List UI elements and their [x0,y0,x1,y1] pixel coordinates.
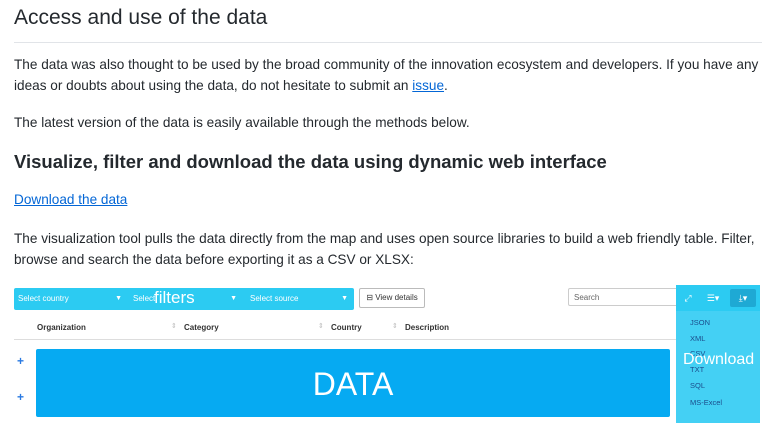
table-preview: Select country ▼ Select ▼ Select source … [14,283,764,433]
source-select-placeholder: Select source [250,294,299,303]
header-divider [14,339,676,340]
intro-end: . [444,78,448,93]
download-label: Download [683,351,755,368]
search-input[interactable]: Search [568,288,678,306]
sort-icon[interactable]: ⇕ [392,322,398,330]
details-icon: ⊟ [366,293,373,302]
filters-bar: Select country ▼ Select ▼ Select source … [14,288,354,310]
expand-row-icon[interactable]: + [17,354,24,368]
column-description[interactable]: Description [405,323,449,332]
subsection-title: Visualize, filter and download the data … [14,151,607,172]
sort-icon[interactable]: ⇕ [171,322,177,330]
view-details-label: View details [375,293,418,302]
country-select-placeholder: Select country [18,294,69,303]
category-select-placeholder: Select [133,294,156,303]
intro-text: The data was also thought to be used by … [14,57,759,93]
visualization-paragraph: The visualization tool pulls the data di… [14,231,755,267]
sort-icon[interactable]: ⇕ [318,322,324,330]
view-details-button[interactable]: ⊟ View details [359,288,425,308]
export-option-json[interactable]: JSON [690,318,710,327]
section-title: Access and use of the data [14,6,268,29]
intro-paragraph: The data was also thought to be used by … [14,54,774,96]
data-label: DATA [312,366,394,402]
chevron-down-icon: ▼ [115,295,122,302]
export-option-xml[interactable]: XML [690,334,705,343]
chevron-down-icon: ▼ [341,295,348,302]
table-toolbar: ⤢ ☰▾ ⤓▾ [676,285,760,311]
source-select[interactable]: Select source ▼ [246,288,354,310]
export-option-sql[interactable]: SQL [690,381,705,390]
column-organization[interactable]: Organization [37,323,86,332]
columns-menu-icon[interactable]: ☰▾ [700,289,726,307]
chevron-down-icon: ▼ [230,295,237,302]
data-rows: DATA [36,349,670,417]
export-dropdown: JSON XML CSV TXT SQL MS-Excel Download [676,311,760,423]
methods-paragraph: The latest version of the data is easily… [14,115,470,130]
fullscreen-icon[interactable]: ⤢ [680,289,696,307]
column-category[interactable]: Category [184,323,219,332]
title-divider [14,42,762,43]
filters-label: filters [154,288,195,307]
export-option-excel[interactable]: MS-Excel [690,398,722,407]
expand-row-icon[interactable]: + [17,390,24,404]
column-country[interactable]: Country [331,323,362,332]
export-download-icon[interactable]: ⤓▾ [730,289,756,307]
issue-link[interactable]: issue [412,78,444,93]
country-select[interactable]: Select country ▼ [14,288,128,310]
download-data-link[interactable]: Download the data [14,192,127,207]
